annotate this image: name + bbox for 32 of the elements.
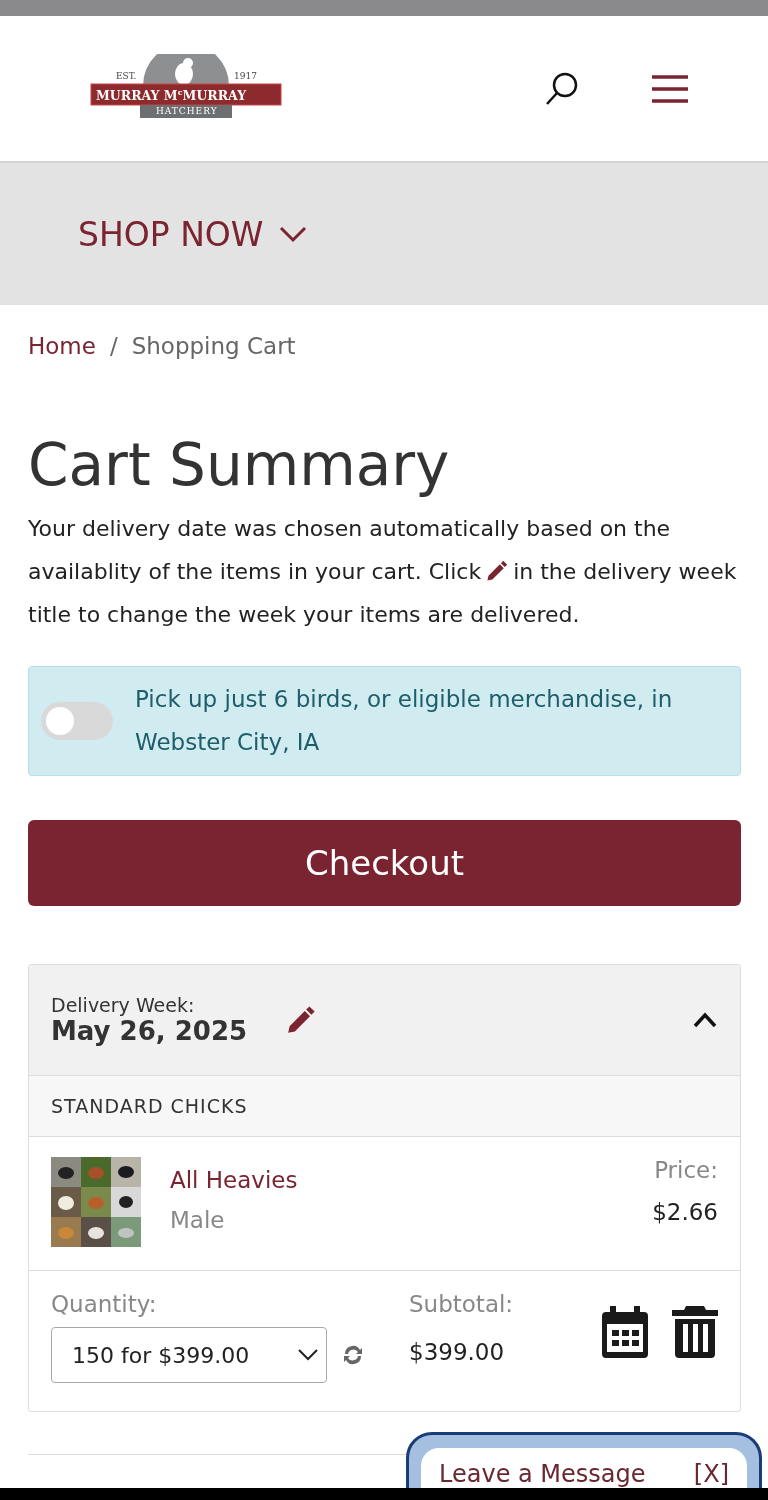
trash-icon[interactable] <box>672 1306 718 1358</box>
intro-text: Your delivery date was chosen automatically based on the availablity of the items in your cart. Click in the delivery week title to change the week your items are delivered. <box>28 515 738 629</box>
breadcrumb-current: Shopping Cart <box>131 333 296 361</box>
calendar-icon[interactable] <box>602 1306 648 1358</box>
quantity-label: Quantity: <box>51 1291 158 1317</box>
price-label: Price: <box>653 1157 718 1183</box>
chat-close-button[interactable]: [X] <box>693 1460 729 1500</box>
refresh-icon[interactable] <box>341 1343 365 1367</box>
price-value: $2.66 <box>652 1199 718 1225</box>
checkout-button[interactable]: Checkout <box>28 820 741 906</box>
pickup-label: Pick up just 6 birds, or eligible merchandise, in Webster City, IA <box>135 685 674 757</box>
caret-icon <box>298 1349 318 1361</box>
breadcrumb-separator: / <box>109 333 118 361</box>
toggle-switch[interactable] <box>41 702 113 740</box>
delivery-label: Delivery Week: <box>51 994 196 1016</box>
subtotal-value: $399.00 <box>409 1339 506 1365</box>
category-label: STANDARD CHICKS <box>29 1076 740 1137</box>
page-title: Cart Summary <box>28 431 451 499</box>
pencil-icon <box>485 559 510 583</box>
product-name[interactable]: All Heavies <box>170 1167 298 1193</box>
chevron-button[interactable] <box>692 1011 718 1029</box>
search-button[interactable] <box>544 70 580 107</box>
chevron-icon <box>279 225 308 243</box>
pencil-icon <box>285 1004 318 1036</box>
shop-now-menu[interactable]: SHOP NOW <box>78 214 308 254</box>
chat-label: Leave a Message <box>439 1460 646 1490</box>
subtotal-label: Subtotal: <box>409 1291 514 1317</box>
breadcrumb-link[interactable]: Home <box>28 333 96 393</box>
delivery-date: May 26, 2025 <box>51 1016 248 1046</box>
logo[interactable]: EST. 1917 MURRAY M$^{c}$MURRAY HATCHERY <box>90 53 282 124</box>
quantity-dropdown[interactable]: 150 for $399.00 <box>51 1327 327 1383</box>
product-variant: Male <box>170 1207 226 1233</box>
